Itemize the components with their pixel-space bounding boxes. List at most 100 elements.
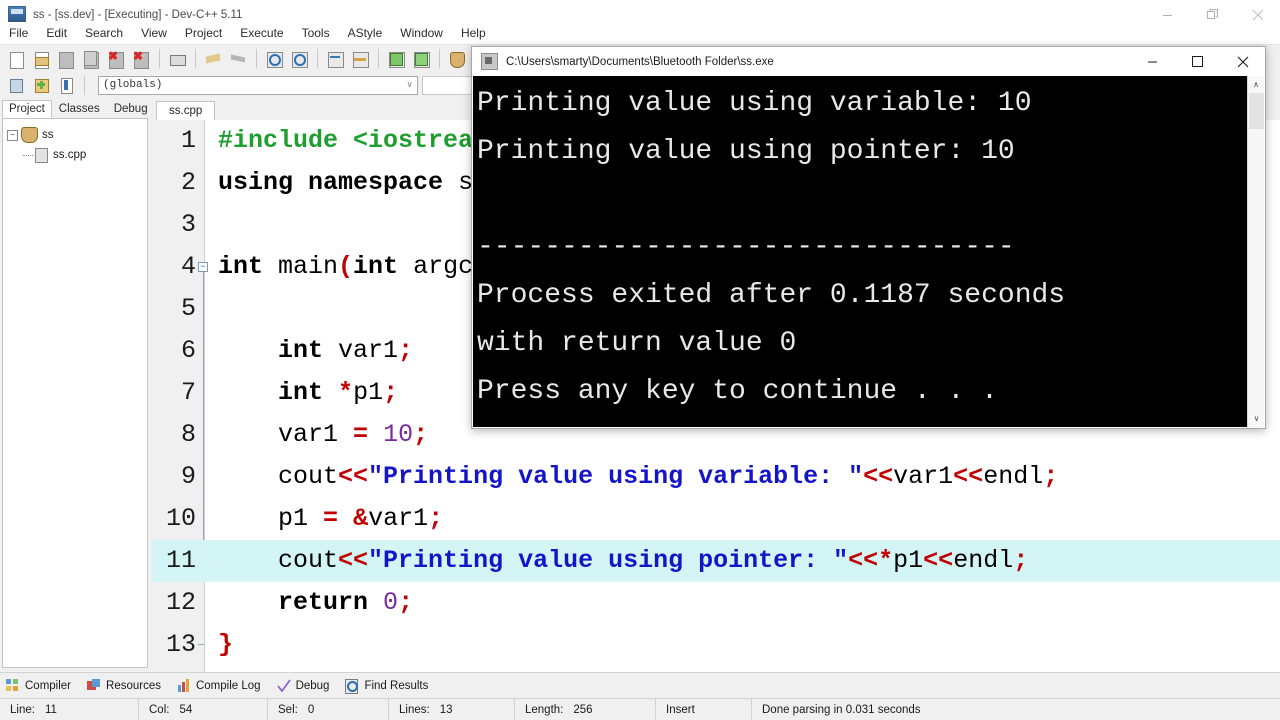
print-icon[interactable]	[166, 48, 189, 70]
compile-icon[interactable]	[385, 48, 408, 70]
close-file-icon[interactable]: ✖	[105, 48, 128, 70]
fold-end-marker	[198, 644, 204, 645]
code-token: var1	[893, 462, 953, 491]
tab-debug[interactable]: Debug	[107, 100, 155, 118]
status-sel-value: 0	[308, 704, 314, 716]
menu-item-astyle[interactable]: AStyle	[339, 24, 392, 42]
new-file-icon[interactable]	[5, 48, 28, 70]
console-line: Process exited after 0.1187 seconds	[477, 272, 1264, 320]
console-window[interactable]: C:\Users\smarty\Documents\Bluetooth Fold…	[471, 46, 1266, 429]
code-token: &	[353, 504, 368, 533]
code-token: "Printing value using pointer: "	[368, 546, 848, 575]
save-all-icon[interactable]	[80, 48, 103, 70]
code-line[interactable]: 9 cout<<"Printing value using variable: …	[152, 456, 1280, 498]
find-icon[interactable]	[263, 48, 286, 70]
line-number: 13	[152, 624, 196, 666]
menu-item-tools[interactable]: Tools	[293, 24, 339, 42]
bottom-tab-compiler[interactable]: Compiler	[6, 679, 71, 693]
menu-item-view[interactable]: View	[132, 24, 176, 42]
code-token: endl	[953, 546, 1013, 575]
console-maximize-button[interactable]	[1175, 48, 1220, 76]
menu-item-edit[interactable]: Edit	[37, 24, 76, 42]
menu-item-help[interactable]: Help	[452, 24, 495, 42]
line-number: 6	[152, 330, 196, 372]
compile-log-icon	[177, 679, 191, 693]
menu-item-project[interactable]: Project	[176, 24, 231, 42]
console-title-text: C:\Users\smarty\Documents\Bluetooth Fold…	[506, 56, 774, 68]
tree-node-file[interactable]: ss.cpp	[7, 145, 147, 165]
code-token: <<	[848, 546, 878, 575]
bottom-tab-debug[interactable]: Debug	[277, 679, 330, 693]
menu-item-window[interactable]: Window	[391, 24, 452, 42]
status-line-value: 11	[45, 704, 57, 716]
code-line[interactable]: 11 cout <<"Printing value using pointer: …	[152, 540, 1280, 582]
menu-item-file[interactable]: File	[0, 24, 37, 42]
code-token: cout	[218, 546, 338, 575]
toggle-bookmark-icon[interactable]	[349, 48, 372, 70]
scope-combo[interactable]: (globals) ∨	[98, 76, 418, 95]
status-col-value: 54	[179, 704, 192, 716]
bottom-tab-compile-log-label: Compile Log	[196, 680, 261, 692]
bottom-tab-resources[interactable]: Resources	[87, 679, 161, 693]
line-number: 5	[152, 288, 196, 330]
tree-node-project[interactable]: − ss	[7, 125, 147, 145]
console-line: with return value 0	[477, 320, 1264, 368]
debug-check-icon	[277, 679, 291, 693]
chevron-down-icon: ∨	[406, 80, 413, 90]
code-token	[323, 378, 338, 407]
status-sel-label: Sel:	[278, 704, 298, 716]
open-file-icon[interactable]	[30, 48, 53, 70]
code-token: int	[278, 336, 323, 365]
code-line[interactable]: 12 return 0;	[152, 582, 1280, 624]
replace-icon[interactable]	[288, 48, 311, 70]
bottom-tab-find-results[interactable]: Find Results	[345, 679, 428, 693]
project-tree[interactable]: − ss ss.cpp	[2, 118, 148, 668]
code-line[interactable]: 13}	[152, 624, 1280, 666]
line-number: 2	[152, 162, 196, 204]
tree-file-label: ss.cpp	[53, 149, 86, 161]
status-length: Length: 256	[515, 699, 656, 720]
scroll-up-arrow-icon[interactable]: ∧	[1248, 76, 1264, 93]
undo-icon[interactable]	[202, 48, 225, 70]
menu-item-search[interactable]: Search	[76, 24, 132, 42]
save-icon[interactable]	[55, 48, 78, 70]
console-minimize-button[interactable]	[1130, 48, 1175, 76]
insert-icon[interactable]	[5, 74, 28, 96]
tab-classes[interactable]: Classes	[52, 100, 107, 118]
code-line[interactable]: 10 p1 = &var1;	[152, 498, 1280, 540]
code-token: ;	[398, 336, 413, 365]
add-to-project-icon[interactable]	[30, 74, 53, 96]
line-number: 11	[152, 540, 196, 582]
code-token: ;	[413, 420, 428, 449]
console-scroll-thumb[interactable]	[1249, 93, 1264, 129]
code-token: }	[218, 630, 233, 659]
close-all-icon[interactable]: ✖	[130, 48, 153, 70]
code-token: ;	[398, 588, 413, 617]
fold-collapse-icon[interactable]: −	[198, 262, 208, 272]
resources-icon	[87, 679, 101, 693]
find-results-icon	[345, 679, 359, 693]
code-text: int var1;	[218, 330, 413, 372]
left-panel: Project Classes Debug − ss ss.cpp	[0, 98, 152, 672]
remove-from-project-icon[interactable]	[55, 74, 78, 96]
collapse-expander-icon[interactable]: −	[7, 130, 18, 141]
console-close-button[interactable]	[1220, 48, 1265, 76]
project-options-icon[interactable]	[446, 48, 469, 70]
code-token: #include	[218, 126, 353, 155]
scroll-down-arrow-icon[interactable]: ∨	[1248, 410, 1265, 427]
redo-icon[interactable]	[227, 48, 250, 70]
code-text: cout<<"Printing value using pointer: "<<…	[218, 540, 1028, 582]
goto-line-icon[interactable]	[324, 48, 347, 70]
cpp-file-icon	[35, 148, 48, 163]
editor-tab-ss-cpp[interactable]: ss.cpp	[156, 101, 215, 120]
bottom-tab-compile-log[interactable]: Compile Log	[177, 679, 261, 693]
code-token	[218, 336, 278, 365]
toolbar-separator	[84, 76, 85, 95]
status-insert-mode[interactable]: Insert	[656, 699, 752, 720]
tab-project[interactable]: Project	[2, 100, 52, 118]
menu-item-execute[interactable]: Execute	[231, 24, 292, 42]
left-panel-tabs: Project Classes Debug	[0, 98, 152, 118]
code-token: namespace	[308, 168, 443, 197]
run-icon[interactable]	[410, 48, 433, 70]
console-scrollbar[interactable]: ∧ ∨	[1247, 76, 1264, 427]
